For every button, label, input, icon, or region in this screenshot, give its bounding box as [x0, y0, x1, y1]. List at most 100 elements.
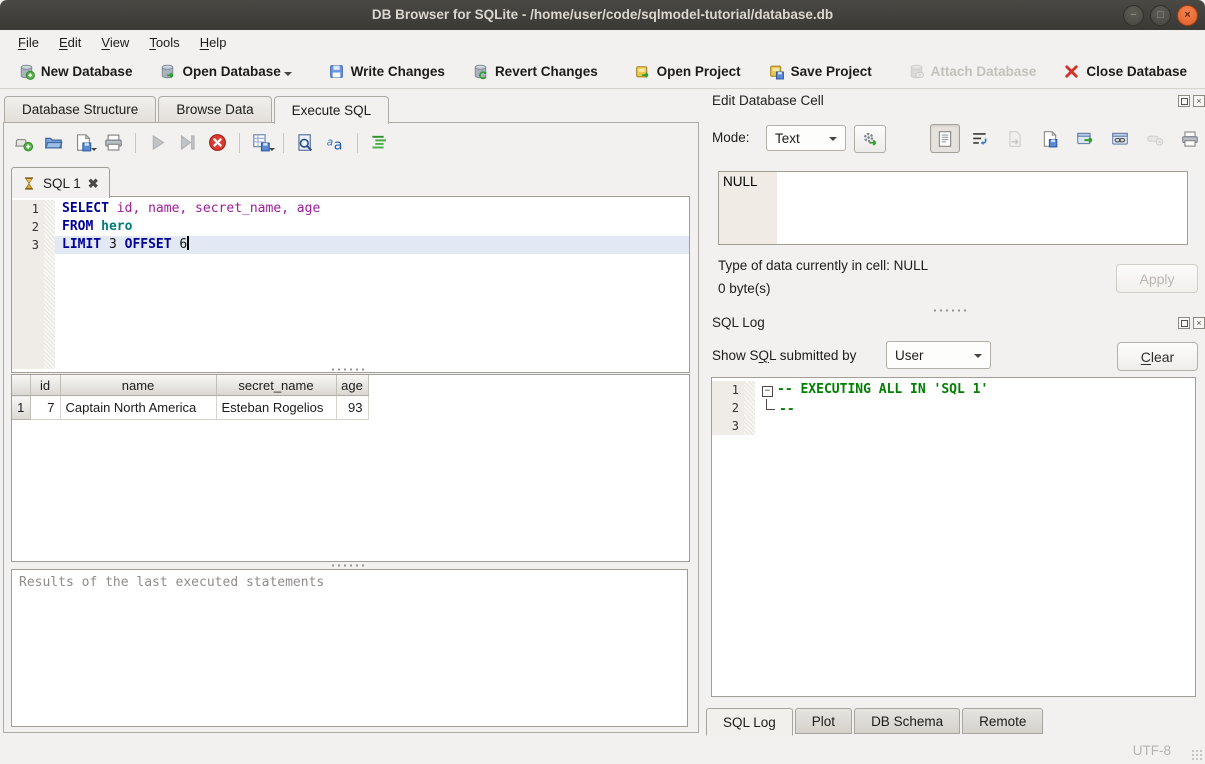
close-database-button[interactable]: Close Database	[1054, 59, 1196, 84]
mode-select[interactable]: Text	[766, 125, 846, 151]
open-sql-file-button[interactable]	[40, 129, 67, 156]
save-data-as-button[interactable]	[1035, 124, 1065, 153]
column-header-name[interactable]: name	[60, 375, 216, 396]
main-tab-bar: Database StructureBrowse DataExecute SQL	[4, 96, 389, 123]
toolbar-separator	[239, 133, 240, 153]
dock-tab-db-schema[interactable]: DB Schema	[854, 708, 960, 734]
set-null-button[interactable]	[1140, 124, 1170, 153]
menu-help[interactable]: Help	[190, 33, 237, 52]
dock-tab-sql-log[interactable]: SQL Log	[706, 708, 793, 736]
apply-auto-format-button[interactable]	[854, 125, 886, 153]
cell-editor-content[interactable]	[777, 172, 1187, 244]
column-header-secret-name[interactable]: secret_name	[216, 375, 336, 396]
column-header-id[interactable]: id	[30, 375, 60, 396]
clear-log-button[interactable]: Clear	[1117, 342, 1198, 371]
toolbar-separator	[135, 133, 136, 153]
revert-changes-icon	[472, 63, 489, 80]
execute-all-button[interactable]	[144, 129, 171, 156]
dock-tab-plot[interactable]: Plot	[795, 708, 852, 734]
column-header-age[interactable]: age	[336, 375, 368, 396]
new-database-button[interactable]: New Database	[9, 59, 142, 84]
menu-edit[interactable]: Edit	[49, 33, 91, 52]
close-window-button[interactable]: ×	[1177, 5, 1198, 26]
open-external-button[interactable]	[1070, 124, 1100, 153]
log-text: --	[779, 402, 795, 417]
toggle-case-button[interactable]	[322, 129, 349, 156]
editor-results-splitter[interactable]	[330, 367, 368, 372]
results-message-splitter[interactable]	[330, 563, 368, 568]
word-wrap-button[interactable]	[965, 124, 995, 153]
table-corner[interactable]	[12, 375, 30, 396]
float-panel-icon[interactable]	[1178, 95, 1190, 107]
maximize-button[interactable]: □	[1150, 5, 1171, 26]
tab-execute-sql[interactable]: Execute SQL	[274, 96, 390, 124]
execute-current-line-button[interactable]	[174, 129, 201, 156]
menu-file[interactable]: File	[8, 33, 49, 52]
minimize-button[interactable]: −	[1123, 5, 1144, 26]
cell-secret-name[interactable]: Esteban Rogelios	[216, 396, 336, 420]
write-changes-button[interactable]: Write Changes	[319, 59, 454, 84]
titlebar[interactable]: DB Browser for SQLite - /home/user/code/…	[0, 0, 1205, 31]
hourglass-icon	[22, 176, 36, 191]
open-sql-file-icon	[44, 133, 63, 152]
editor-line: 2 FROM hero	[12, 218, 689, 236]
tab-database-structure[interactable]: Database Structure	[4, 96, 156, 123]
sql-document-tab[interactable]: SQL 1 ✖	[11, 167, 110, 198]
attach-database-button[interactable]: Attach Database	[899, 59, 1046, 84]
close-panel-icon[interactable]: ×	[1193, 317, 1205, 329]
print-sql-button[interactable]	[100, 129, 127, 156]
dropdown-caret-icon	[91, 148, 97, 154]
open-database-button[interactable]: Open Database	[150, 59, 300, 84]
tab-browse-data[interactable]: Browse Data	[158, 96, 271, 123]
cell-editor-toolbar	[930, 124, 1205, 153]
float-panel-icon[interactable]	[1178, 317, 1190, 329]
find-replace-icon	[296, 133, 315, 152]
save-project-button[interactable]: Save Project	[759, 59, 881, 84]
code-line[interactable]: LIMIT 3 OFFSET 6	[55, 236, 689, 254]
dock-tab-remote[interactable]: Remote	[962, 708, 1043, 734]
fold-collapse-icon[interactable]: −	[762, 386, 773, 397]
cell-name[interactable]: Captain North America	[60, 396, 216, 420]
format-sql-button[interactable]	[366, 129, 393, 156]
toolbar-separator	[283, 133, 284, 153]
sql-log-view[interactable]: 1−-- EXECUTING ALL IN 'SQL 1'2--3	[711, 377, 1196, 697]
find-replace-button[interactable]	[292, 129, 319, 156]
header-filler	[368, 375, 689, 396]
dock-splitter[interactable]	[932, 308, 970, 313]
results-message-area[interactable]: Results of the last executed statements	[11, 569, 688, 727]
log-text: -- EXECUTING ALL IN 'SQL 1'	[777, 382, 988, 397]
import-data-icon	[1006, 130, 1024, 148]
db-browser-window: DB Browser for SQLite - /home/user/code/…	[0, 0, 1205, 764]
sql-editor[interactable]: 1SELECT id, name, secret_name, age2FROM …	[11, 196, 690, 373]
new-sql-tab-button[interactable]	[10, 129, 37, 156]
editor-line: 3LIMIT 3 OFFSET 6	[12, 236, 689, 254]
cell-id[interactable]: 7	[30, 396, 60, 420]
export-results-button[interactable]	[248, 129, 275, 156]
open-project-icon	[634, 63, 651, 80]
cell-editor[interactable]: NULL	[718, 171, 1188, 245]
revert-changes-button[interactable]: Revert Changes	[463, 59, 607, 84]
sql-submitter-select[interactable]: User	[886, 341, 991, 369]
open-project-button[interactable]: Open Project	[625, 59, 750, 84]
import-data-button[interactable]	[1000, 124, 1030, 153]
code-line[interactable]: FROM hero	[55, 218, 689, 236]
save-sql-file-button[interactable]	[70, 129, 97, 156]
line-number: 2	[12, 218, 44, 236]
menu-view[interactable]: View	[91, 33, 139, 52]
copy-link-button[interactable]	[1105, 124, 1135, 153]
resize-grip[interactable]	[1191, 749, 1202, 760]
cell-age[interactable]: 93	[336, 396, 368, 420]
print-cell-button[interactable]	[1175, 124, 1205, 153]
text-mode-button[interactable]	[930, 124, 960, 153]
code-line[interactable]: SELECT id, name, secret_name, age	[55, 200, 689, 218]
dropdown-caret-icon	[284, 72, 292, 80]
row-number[interactable]: 1	[12, 396, 30, 420]
close-panel-icon[interactable]: ×	[1193, 95, 1205, 107]
encoding-indicator: UTF-8	[1133, 743, 1171, 758]
apply-button[interactable]: Apply	[1116, 264, 1198, 293]
stop-execution-button[interactable]	[204, 129, 231, 156]
menu-tools[interactable]: Tools	[139, 33, 189, 52]
log-text-line: −-- EXECUTING ALL IN 'SQL 1'	[755, 381, 1195, 399]
close-sql-tab-icon[interactable]: ✖	[88, 177, 99, 190]
copy-link-icon	[1111, 130, 1129, 148]
